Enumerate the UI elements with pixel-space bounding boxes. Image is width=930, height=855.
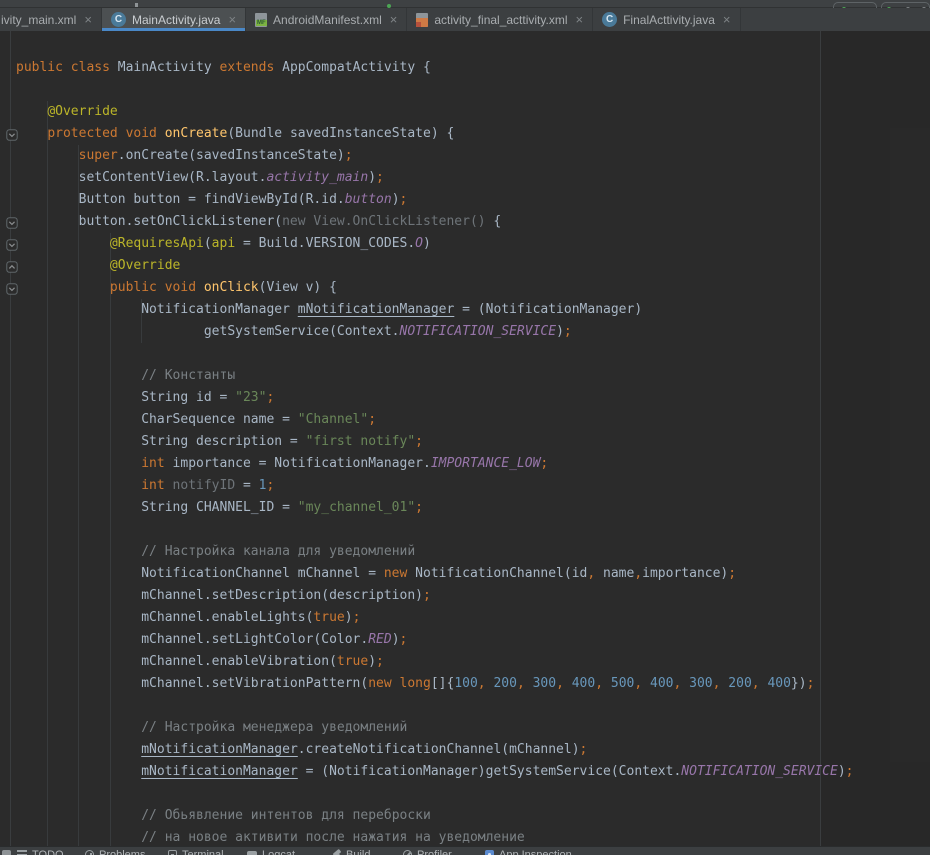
tool-window-button-problems[interactable]: Problems — [85, 849, 145, 855]
code-line[interactable]: int importance = NotificationManager.IMP… — [0, 453, 930, 475]
todo-icon — [17, 850, 27, 855]
fold-collapse-icon[interactable] — [6, 282, 18, 294]
code-line[interactable]: // Обьявление интентов для переброски — [0, 805, 930, 827]
code-line[interactable]: String description = "first notify"; — [0, 431, 930, 453]
code-line[interactable] — [0, 783, 930, 805]
tool-window-button-logcat[interactable]: Logcat — [247, 849, 295, 855]
problems-icon — [85, 850, 94, 855]
toolbar-mark — [135, 3, 138, 7]
code-line[interactable]: // на новое активити после нажатия на ув… — [0, 827, 930, 846]
code-line[interactable]: NotificationManager mNotificationManager… — [0, 299, 930, 321]
code-line[interactable]: // Константы — [0, 365, 930, 387]
code-line[interactable]: public void onClick(View v) { — [0, 277, 930, 299]
profiler-icon — [403, 850, 412, 855]
tool-window-button-build[interactable]: Build — [333, 849, 370, 855]
code-line[interactable]: protected void onCreate(Bundle savedInst… — [0, 123, 930, 145]
close-icon[interactable]: × — [228, 13, 236, 26]
tool-window-button-todo[interactable]: TODO — [17, 849, 64, 855]
code-line[interactable]: @RequiresApi(api = Build.VERSION_CODES.O… — [0, 233, 930, 255]
code-line[interactable]: String CHANNEL_ID = "my_channel_01"; — [0, 497, 930, 519]
code-line[interactable]: String id = "23"; — [0, 387, 930, 409]
tool-window-bar: TODO Problems Terminal Logcat Build Profiler A… — [0, 846, 930, 855]
tool-window-label: Build — [346, 849, 370, 855]
code-line[interactable] — [0, 79, 930, 101]
tab-label: FinalActtivity.java — [623, 13, 715, 27]
java-class-icon: C — [111, 12, 126, 27]
tab-mainactivity-java[interactable]: C MainActivity.java × — [102, 8, 246, 31]
tool-window-button-app-inspection[interactable]: App Inspection — [485, 849, 572, 855]
code-line[interactable]: Button button = findViewById(R.id.button… — [0, 189, 930, 211]
window-icon — [2, 850, 11, 855]
code-line[interactable]: // Настройка менеджера уведомлений — [0, 717, 930, 739]
code-line[interactable]: getSystemService(Context.NOTIFICATION_SE… — [0, 321, 930, 343]
code-line[interactable]: mNotificationManager = (NotificationMana… — [0, 761, 930, 783]
code-line[interactable]: super.onCreate(savedInstanceState); — [0, 145, 930, 167]
android-studio-window: ivity_main.xml × C MainActivity.java × MF Andr… — [0, 0, 930, 855]
close-icon[interactable]: × — [84, 13, 92, 26]
tool-window-button[interactable] — [2, 849, 11, 855]
tool-window-label: Terminal — [182, 849, 224, 855]
code-line[interactable]: button.setOnClickListener(new View.OnCli… — [0, 211, 930, 233]
code-line[interactable] — [0, 343, 930, 365]
code-line[interactable]: setContentView(R.layout.activity_main); — [0, 167, 930, 189]
close-icon[interactable]: × — [576, 13, 584, 26]
fold-collapse-icon[interactable] — [6, 128, 18, 140]
tab-activity_final_acttivity-xml[interactable]: activity_final_acttivity.xml × — [407, 8, 593, 31]
code-line[interactable]: public class MainActivity extends AppCom… — [0, 57, 930, 79]
tool-window-label: Problems — [99, 849, 145, 855]
app-inspection-icon — [485, 850, 494, 855]
fold-collapse-icon[interactable] — [6, 216, 18, 228]
terminal-icon — [168, 850, 177, 855]
code-area[interactable]: public class MainActivity extends AppCom… — [0, 57, 930, 846]
code-line[interactable]: int notifyID = 1; — [0, 475, 930, 497]
editor[interactable]: public class MainActivity extends AppCom… — [0, 31, 930, 846]
java-class-icon: C — [602, 12, 617, 27]
tab-label: AndroidManifest.xml — [273, 13, 382, 27]
tool-window-button-terminal[interactable]: Terminal — [168, 849, 224, 855]
logcat-icon — [247, 851, 257, 855]
tab-label: ivity_main.xml — [1, 13, 76, 27]
code-line[interactable]: // Настройка канала для уведомлений — [0, 541, 930, 563]
tab-ivity_main-xml[interactable]: ivity_main.xml × — [0, 8, 102, 31]
code-line[interactable]: mChannel.setVibrationPattern(new long[]{… — [0, 673, 930, 695]
code-line[interactable] — [0, 695, 930, 717]
code-line[interactable]: mChannel.setDescription(description); — [0, 585, 930, 607]
tool-window-label: Logcat — [262, 849, 295, 855]
fold-expand-icon[interactable] — [6, 260, 18, 272]
tab-finalacttivity-java[interactable]: C FinalActtivity.java × — [593, 8, 740, 31]
tab-label: MainActivity.java — [132, 13, 220, 27]
code-line[interactable]: NotificationChannel mChannel = new Notif… — [0, 563, 930, 585]
tool-window-button-profiler[interactable]: Profiler — [403, 849, 452, 855]
code-line[interactable]: @Override — [0, 101, 930, 123]
tab-label: activity_final_acttivity.xml — [434, 13, 567, 27]
tool-window-label: TODO — [32, 849, 64, 855]
tab-bar: ivity_main.xml × C MainActivity.java × MF Andr… — [0, 8, 930, 31]
build-icon — [333, 849, 342, 855]
manifest-file-icon: MF — [255, 13, 267, 27]
fold-collapse-icon[interactable] — [6, 238, 18, 250]
tool-window-label: App Inspection — [499, 849, 572, 855]
toolbar-strip — [0, 0, 930, 8]
code-line[interactable]: mNotificationManager.createNotificationC… — [0, 739, 930, 761]
close-icon[interactable]: × — [723, 13, 731, 26]
code-line[interactable]: mChannel.enableVibration(true); — [0, 651, 930, 673]
code-line[interactable]: CharSequence name = "Channel"; — [0, 409, 930, 431]
close-icon[interactable]: × — [390, 13, 398, 26]
code-line[interactable]: mChannel.enableLights(true); — [0, 607, 930, 629]
code-line[interactable] — [0, 519, 930, 541]
layout-xml-file-icon — [416, 13, 428, 27]
tool-window-label: Profiler — [417, 849, 452, 855]
tab-androidmanifest-xml[interactable]: MF AndroidManifest.xml × — [246, 8, 407, 31]
code-line[interactable]: @Override — [0, 255, 930, 277]
code-line[interactable]: mChannel.setLightColor(Color.RED); — [0, 629, 930, 651]
